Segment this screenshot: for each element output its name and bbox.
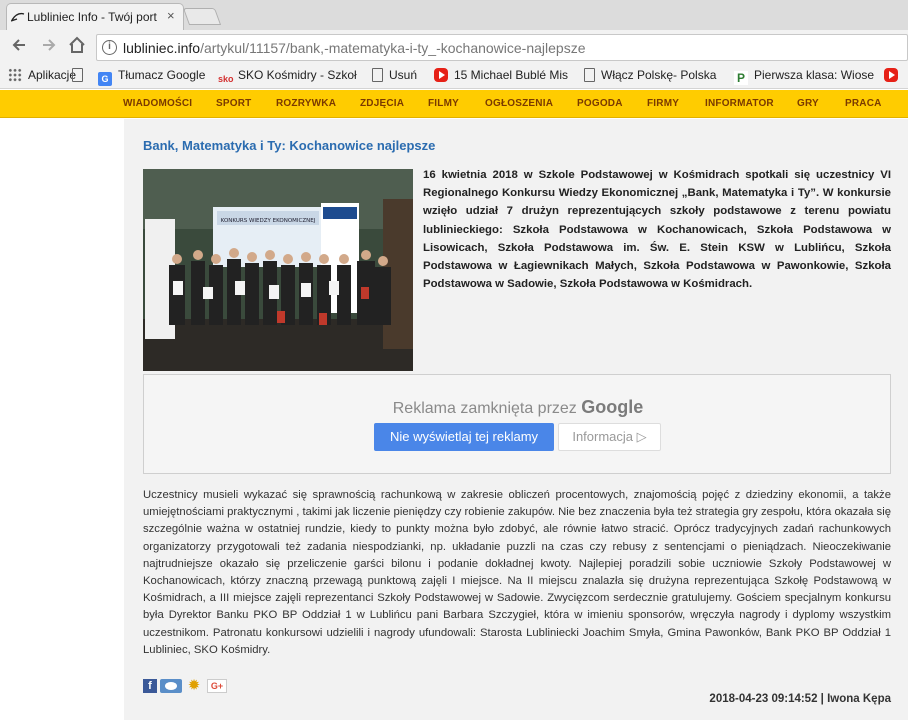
article-meta: 2018-04-23 09:14:52 | Iwona Kępa <box>709 693 891 705</box>
p-icon: P <box>734 71 748 85</box>
bookmark-youtube-buble[interactable]: 15 Michael Bublé Mis <box>434 68 570 82</box>
bookmark-sko[interactable]: sko SKO Kośmidry - Szkoł <box>218 68 358 86</box>
bookmark-usun[interactable]: Usuń <box>372 68 417 82</box>
site-navigation: WIADOMOŚCI SPORT ROZRYWKA ZDJĘCIA FILMY … <box>0 90 908 118</box>
bookmark-label: Tłumacz Google <box>118 68 206 82</box>
browser-toolbar: i lubliniec.info/artykul/11157/bank,-mat… <box>0 30 908 64</box>
nav-item-praca[interactable]: PRACA <box>845 98 882 109</box>
nav-item-ogloszenia[interactable]: OGŁOSZENIA <box>485 98 553 109</box>
tab-close-icon[interactable]: × <box>167 8 175 23</box>
home-icon[interactable] <box>66 36 88 58</box>
google-translate-icon: G <box>98 72 112 86</box>
bookmark-google-translate[interactable]: G Tłumacz Google <box>98 68 210 86</box>
nav-item-wiadomosci[interactable]: WIADOMOŚCI <box>123 98 192 109</box>
info-icon[interactable]: i <box>102 40 117 55</box>
bookmark-label: Włącz Polskę- Polska <box>601 68 717 82</box>
ad-closed-message: Reklama zamknięta przez Google <box>144 397 892 418</box>
google-logo: Google <box>581 397 644 417</box>
bookmark-label: SKO Kośmidry - Szkoł <box>238 68 357 82</box>
messenger-icon[interactable] <box>160 679 182 693</box>
ad-closed-text: Reklama zamknięta przez <box>392 400 577 417</box>
tab-title: Lubliniec Info - Twój port <box>27 10 157 24</box>
ad-box: Reklama zamknięta przez Google Nie wyświ… <box>143 374 891 474</box>
url-text: lubliniec.info/artykul/11157/bank,-matem… <box>123 40 586 56</box>
new-tab-button[interactable] <box>182 8 222 25</box>
photo-banner-text: KONKURS WIEDZY EKONOMICZNEJ <box>221 218 316 224</box>
bookmarks-bar: Aplikacje G Tłumacz Google sko SKO Kośmidr… <box>0 64 908 89</box>
nav-item-firmy[interactable]: FIRMY <box>647 98 679 109</box>
url-path: /artykul/11157/bank,-matematyka-i-ty_-ko… <box>200 40 586 56</box>
tab-active[interactable]: Lubliniec Info - Twój port × <box>6 3 184 30</box>
bookmark-wlacz-polske[interactable]: Włącz Polskę- Polska <box>584 68 718 82</box>
nav-item-sport[interactable]: SPORT <box>216 98 251 109</box>
bookmark-label: Aplikacje <box>28 68 77 82</box>
nav-item-pogoda[interactable]: POGODA <box>577 98 623 109</box>
nav-item-zdjecia[interactable]: ZDJĘCIA <box>360 98 404 109</box>
sko-icon: sko <box>218 74 234 84</box>
bookmark-label: 15 Michael Bublé Mis <box>454 68 569 82</box>
stop-showing-ad-button[interactable]: Nie wyświetlaj tej reklamy <box>374 423 554 451</box>
google-plus-icon[interactable]: G+ <box>207 679 227 693</box>
nav-item-rozrywka[interactable]: ROZRYWKA <box>276 98 336 109</box>
forward-icon[interactable] <box>38 36 60 58</box>
tab-strip: Lubliniec Info - Twój port × <box>0 0 908 30</box>
facebook-icon[interactable]: f <box>143 679 157 693</box>
bookmark-youtube[interactable] <box>884 68 904 82</box>
youtube-icon <box>434 68 448 82</box>
site-favicon-icon <box>11 12 25 22</box>
nav-item-filmy[interactable]: FILMY <box>428 98 459 109</box>
bookmark-label: Usuń <box>389 68 418 82</box>
bookmark-apps[interactable]: Aplikacje <box>8 68 76 82</box>
bookmark-pierwsza-klasa[interactable]: P Pierwsza klasa: Wiose <box>734 68 874 85</box>
article-lead: 16 kwietnia 2018 w Szkole Podstawowej w … <box>423 169 891 291</box>
ad-info-button[interactable]: Informacja ▷ <box>558 423 661 451</box>
sun-share-icon[interactable]: ✹ <box>186 678 202 693</box>
bookmark-doc[interactable] <box>72 68 89 82</box>
url-domain: lubliniec.info <box>123 40 201 56</box>
article-photo[interactable]: KONKURS WIEDZY EKONOMICZNEJ <box>143 169 413 371</box>
apps-icon <box>8 68 22 82</box>
article-title[interactable]: Bank, Matematyka i Ty: Kochanowice najle… <box>143 138 435 153</box>
back-icon[interactable] <box>8 36 30 58</box>
doc-icon <box>372 68 383 82</box>
article-body: Uczestnicy musieli wykazać się sprawnośc… <box>143 489 891 656</box>
nav-item-informator[interactable]: INFORMATOR <box>705 98 774 109</box>
doc-icon <box>584 68 595 82</box>
doc-icon <box>72 68 83 82</box>
address-bar[interactable]: i lubliniec.info/artykul/11157/bank,-mat… <box>96 34 908 61</box>
youtube-icon <box>884 68 898 82</box>
bookmark-label: Pierwsza klasa: Wiose <box>754 68 874 82</box>
nav-item-gry[interactable]: GRY <box>797 98 819 109</box>
